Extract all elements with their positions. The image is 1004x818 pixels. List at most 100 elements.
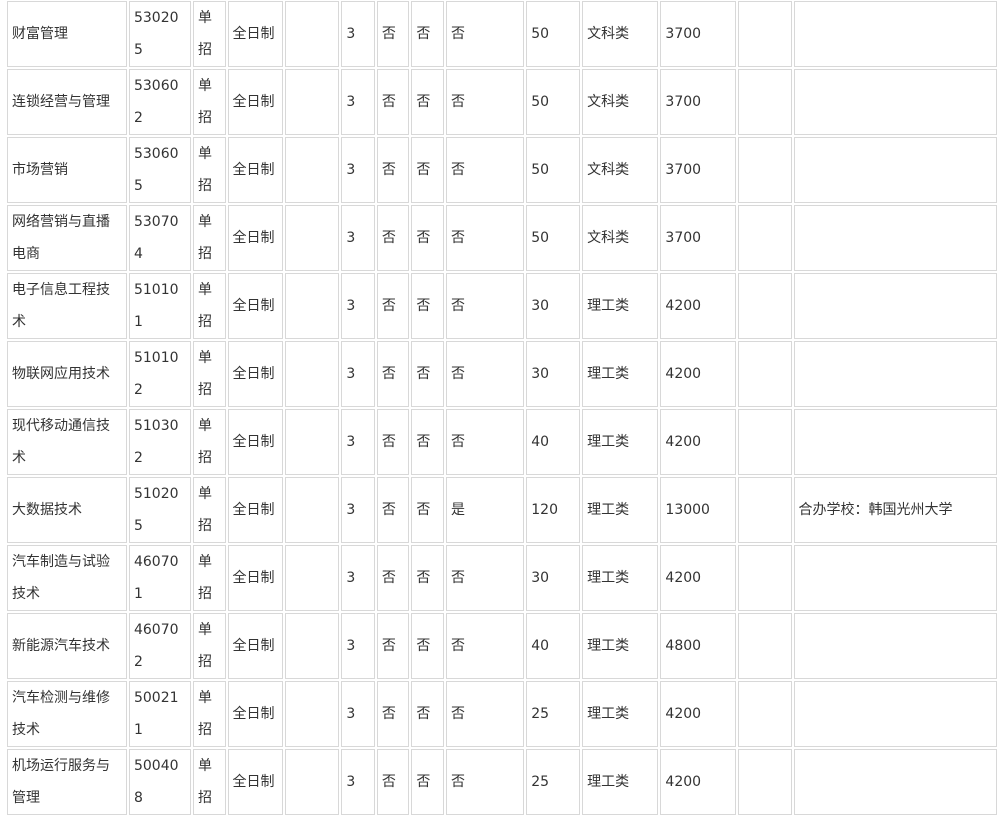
remarks-cell: [793, 273, 997, 339]
remarks-cell: [793, 749, 997, 815]
table-body: 财富管理 530205 单招 全日制 3 否否否 50 文科类 3700 连锁经营与管理 53060…: [7, 1, 997, 815]
table-row: 机场运行服务与管理 500408 单招 全日制 3 否否否 25 理工类 4200: [7, 749, 997, 815]
remarks-cell: [793, 545, 997, 611]
enrollment-type-cell: 单招: [193, 205, 226, 271]
study-mode-cell: 全日制: [227, 341, 284, 407]
plan-count-cell: 40: [526, 409, 581, 475]
empty-cell: [737, 545, 792, 611]
study-mode-cell: 全日制: [227, 681, 284, 747]
study-mode-cell: 全日制: [227, 137, 284, 203]
empty-cell: [737, 681, 792, 747]
empty-cell: [737, 613, 792, 679]
subject-category-cell: 理工类: [582, 273, 659, 339]
tuition-fee-cell: 4200: [660, 341, 736, 407]
years-cell: 3: [341, 613, 375, 679]
empty-cell: [285, 477, 340, 543]
years-cell: 3: [341, 273, 375, 339]
major-code-cell: 530605: [128, 137, 191, 203]
major-code-cell: 500408: [128, 749, 191, 815]
years-cell: 3: [341, 545, 375, 611]
plan-count-cell: 30: [526, 273, 581, 339]
flag2-cell: 否: [411, 69, 444, 135]
study-mode-cell: 全日制: [227, 205, 284, 271]
subject-category-cell: 理工类: [582, 613, 659, 679]
tuition-fee-cell: 4200: [660, 273, 736, 339]
table-row: 物联网应用技术 510102 单招 全日制 3 否否否 30 理工类 4200: [7, 341, 997, 407]
empty-cell: [285, 545, 340, 611]
subject-category-cell: 文科类: [582, 205, 659, 271]
flag2-cell: 否: [411, 1, 444, 67]
flag3-cell: 否: [445, 613, 525, 679]
tuition-fee-cell: 3700: [660, 137, 736, 203]
flag2-cell: 否: [411, 749, 444, 815]
empty-cell: [737, 409, 792, 475]
subject-category-cell: 文科类: [582, 69, 659, 135]
subject-category-cell: 理工类: [582, 409, 659, 475]
study-mode-cell: 全日制: [227, 749, 284, 815]
enrollment-type-cell: 单招: [193, 749, 226, 815]
remarks-cell: [793, 341, 997, 407]
major-name-cell: 现代移动通信技术: [7, 409, 127, 475]
empty-cell: [285, 137, 340, 203]
plan-count-cell: 40: [526, 613, 581, 679]
years-cell: 3: [341, 205, 375, 271]
major-code-cell: 460701: [128, 545, 191, 611]
flag2-cell: 否: [411, 681, 444, 747]
enrollment-type-cell: 单招: [193, 613, 226, 679]
flag3-cell: 否: [445, 545, 525, 611]
table-row: 网络营销与直播电商 530704 单招 全日制 3 否否否 50 文科类 3700: [7, 205, 997, 271]
years-cell: 3: [341, 409, 375, 475]
empty-cell: [737, 749, 792, 815]
enrollment-type-cell: 单招: [193, 545, 226, 611]
major-code-cell: 460702: [128, 613, 191, 679]
major-code-cell: 510205: [128, 477, 191, 543]
tuition-fee-cell: 4800: [660, 613, 736, 679]
subject-category-cell: 文科类: [582, 137, 659, 203]
flag1-cell: 否: [376, 69, 410, 135]
flag1-cell: 否: [376, 749, 410, 815]
table-row: 现代移动通信技术 510302 单招 全日制 3 否否否 40 理工类 4200: [7, 409, 997, 475]
flag1-cell: 否: [376, 341, 410, 407]
study-mode-cell: 全日制: [227, 273, 284, 339]
flag3-cell: 否: [445, 341, 525, 407]
major-name-cell: 网络营销与直播电商: [7, 205, 127, 271]
flag1-cell: 否: [376, 137, 410, 203]
empty-cell: [285, 681, 340, 747]
major-name-cell: 电子信息工程技术: [7, 273, 127, 339]
table-row: 新能源汽车技术 460702 单招 全日制 3 否否否 40 理工类 4800: [7, 613, 997, 679]
tuition-fee-cell: 4200: [660, 749, 736, 815]
tuition-fee-cell: 3700: [660, 69, 736, 135]
plan-count-cell: 50: [526, 205, 581, 271]
empty-cell: [285, 341, 340, 407]
table-row: 连锁经营与管理 530602 单招 全日制 3 否否否 50 文科类 3700: [7, 69, 997, 135]
empty-cell: [285, 409, 340, 475]
remarks-cell: 合办学校：韩国光州大学: [793, 477, 997, 543]
years-cell: 3: [341, 749, 375, 815]
enrollment-type-cell: 单招: [193, 409, 226, 475]
flag1-cell: 否: [376, 205, 410, 271]
table-row: 大数据技术 510205 单招 全日制 3 否否是 120 理工类 13000 合办学校：韩国光州…: [7, 477, 997, 543]
subject-category-cell: 理工类: [582, 341, 659, 407]
major-code-cell: 510101: [128, 273, 191, 339]
remarks-cell: [793, 409, 997, 475]
major-name-cell: 新能源汽车技术: [7, 613, 127, 679]
flag3-cell: 否: [445, 205, 525, 271]
flag3-cell: 否: [445, 409, 525, 475]
major-code-cell: 510102: [128, 341, 191, 407]
empty-cell: [285, 749, 340, 815]
tuition-fee-cell: 13000: [660, 477, 736, 543]
years-cell: 3: [341, 477, 375, 543]
major-code-cell: 530205: [128, 1, 191, 67]
empty-cell: [285, 273, 340, 339]
table-row: 财富管理 530205 单招 全日制 3 否否否 50 文科类 3700: [7, 1, 997, 67]
flag1-cell: 否: [376, 1, 410, 67]
subject-category-cell: 理工类: [582, 681, 659, 747]
study-mode-cell: 全日制: [227, 409, 284, 475]
major-name-cell: 连锁经营与管理: [7, 69, 127, 135]
flag1-cell: 否: [376, 409, 410, 475]
remarks-cell: [793, 205, 997, 271]
flag3-cell: 否: [445, 137, 525, 203]
table-row: 汽车检测与维修技术 500211 单招 全日制 3 否否否 25 理工类 4200: [7, 681, 997, 747]
flag3-cell: 否: [445, 749, 525, 815]
subject-category-cell: 文科类: [582, 1, 659, 67]
